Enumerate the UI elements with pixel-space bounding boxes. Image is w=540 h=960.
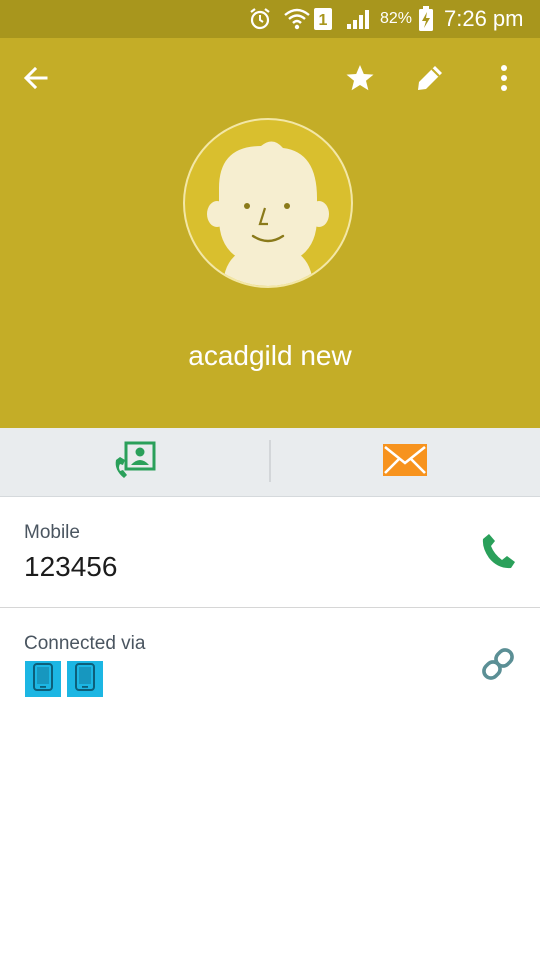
connected-via-row: Connected via (0, 608, 540, 718)
signal-icon (345, 8, 371, 35)
back-button[interactable] (12, 56, 60, 104)
connected-via-label: Connected via (24, 633, 146, 654)
battery-charging-icon (418, 6, 434, 37)
call-button[interactable] (480, 531, 520, 571)
favorite-button[interactable] (336, 56, 384, 104)
status-time: 7:26 pm (444, 6, 524, 31)
contact-avatar[interactable] (183, 118, 353, 288)
phone-number: 123456 (24, 551, 118, 582)
sim-icon: 1 (313, 7, 333, 36)
quick-action-bar (0, 428, 540, 497)
call-contact-button[interactable] (0, 428, 270, 496)
back-arrow-icon (22, 64, 50, 97)
phone-contact-icon (112, 440, 158, 485)
alarm-icon (247, 6, 273, 37)
more-options-button[interactable] (480, 56, 528, 104)
battery-percentage: 82% (380, 10, 413, 27)
edit-button[interactable] (406, 56, 454, 104)
contact-header: acadgild new (0, 38, 540, 428)
status-bar: 1 82% 7:26 pm (0, 0, 540, 38)
connected-device-2[interactable] (67, 661, 103, 697)
svg-text:1: 1 (319, 12, 328, 29)
envelope-icon (382, 443, 428, 482)
wifi-icon (283, 6, 311, 37)
phone-icon (480, 534, 520, 575)
phone-number-row[interactable]: Mobile 123456 (0, 497, 540, 607)
star-icon (345, 63, 375, 98)
contact-name: acadgild new (188, 340, 352, 371)
edit-pencil-icon (415, 63, 445, 98)
link-button[interactable] (478, 644, 518, 684)
phone-type-label: Mobile (24, 522, 80, 543)
message-button[interactable] (270, 428, 540, 496)
more-vert-icon (499, 63, 509, 98)
link-icon (478, 648, 518, 688)
device-icon (74, 662, 96, 696)
device-icon (32, 662, 54, 696)
connected-device-1[interactable] (25, 661, 61, 697)
